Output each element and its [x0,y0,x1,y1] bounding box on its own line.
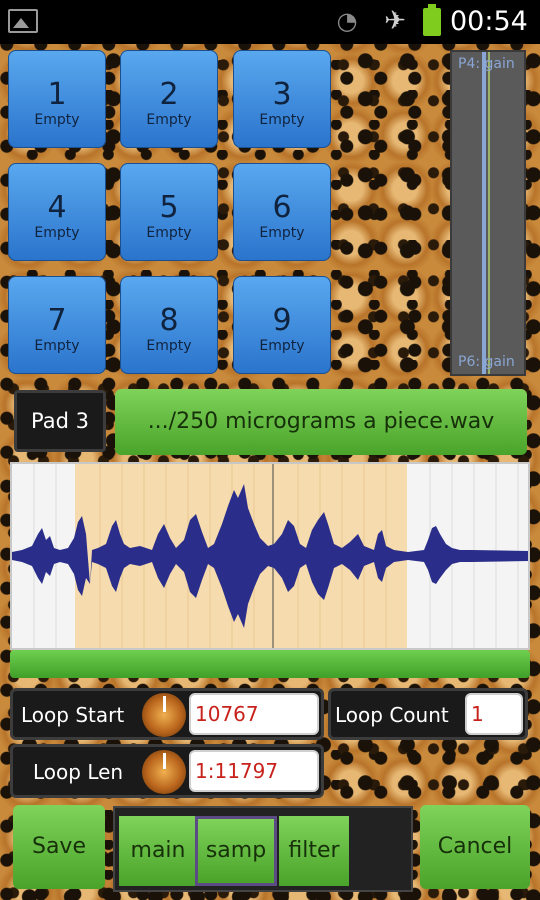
pad-6-button[interactable]: 6 Empty [233,163,331,261]
loop-start-input[interactable]: 10767 [189,693,319,735]
loop-len-label: Loop Len [33,760,124,784]
pad-9-button[interactable]: 9 Empty [233,276,331,374]
sample-position-bar[interactable] [10,650,530,678]
pad-number: 8 [159,303,179,338]
tab-samp[interactable]: samp [195,816,277,886]
pad-1-button[interactable]: 1 Empty [8,50,106,148]
pad-label: Empty [259,338,305,354]
loop-count-label: Loop Count [335,703,449,727]
pad-5-button[interactable]: 5 Empty [120,163,218,261]
loop-start-label: Loop Start [21,703,125,727]
clock-time: 00:54 [450,6,528,37]
status-bar: ◔ ✈ 00:54 [0,0,540,44]
wifi-icon: ◔ [336,7,358,35]
tab-main[interactable]: main [119,816,197,886]
pad-number: 1 [47,77,67,112]
pad-number: 7 [47,303,67,338]
gain-meter[interactable]: P4: gain P6: gain [450,50,526,376]
loop-count-control: Loop Count 1 [328,688,528,740]
pad-4-button[interactable]: 4 Empty [8,163,106,261]
meter-bottom-label: P6: gain [458,354,515,370]
meter-line [482,52,486,374]
pad-number: 2 [159,77,179,112]
cancel-button[interactable]: Cancel [420,805,530,889]
loop-count-input[interactable]: 1 [465,693,523,735]
loop-len-input[interactable]: 1:11797 [189,750,319,792]
sample-file-button[interactable]: .../250 micrograms a piece.wav [115,389,527,455]
pad-8-button[interactable]: 8 Empty [120,276,218,374]
waveform-view[interactable] [10,462,530,650]
loop-start-knob[interactable] [142,693,186,737]
pad-number: 6 [272,190,292,225]
pad-2-button[interactable]: 2 Empty [120,50,218,148]
waveform-svg [12,464,528,648]
save-button[interactable]: Save [13,805,105,889]
pad-label: Empty [146,225,192,241]
selected-pad-label: Pad 3 [14,390,106,452]
pad-label: Empty [34,225,80,241]
tab-filter[interactable]: filter [279,816,349,886]
battery-icon [423,4,441,36]
tab-bar: main samp filter [113,806,413,892]
pad-number: 3 [272,77,292,112]
pad-number: 4 [47,190,67,225]
pad-label: Empty [34,338,80,354]
meter-line-secondary [488,52,490,374]
gallery-icon [8,9,38,33]
pad-7-button[interactable]: 7 Empty [8,276,106,374]
airplane-icon: ✈ [384,6,406,36]
pad-label: Empty [146,112,192,128]
meter-top-label: P4: gain [458,56,515,72]
pad-label: Empty [259,112,305,128]
pad-number: 9 [272,303,292,338]
loop-len-control: Loop Len 1:11797 [10,744,324,798]
loop-len-knob[interactable] [142,750,186,794]
pad-3-button[interactable]: 3 Empty [233,50,331,148]
pad-number: 5 [159,190,179,225]
loop-start-control: Loop Start 10767 [10,688,324,740]
pad-label: Empty [146,338,192,354]
pad-label: Empty [259,225,305,241]
pad-label: Empty [34,112,80,128]
